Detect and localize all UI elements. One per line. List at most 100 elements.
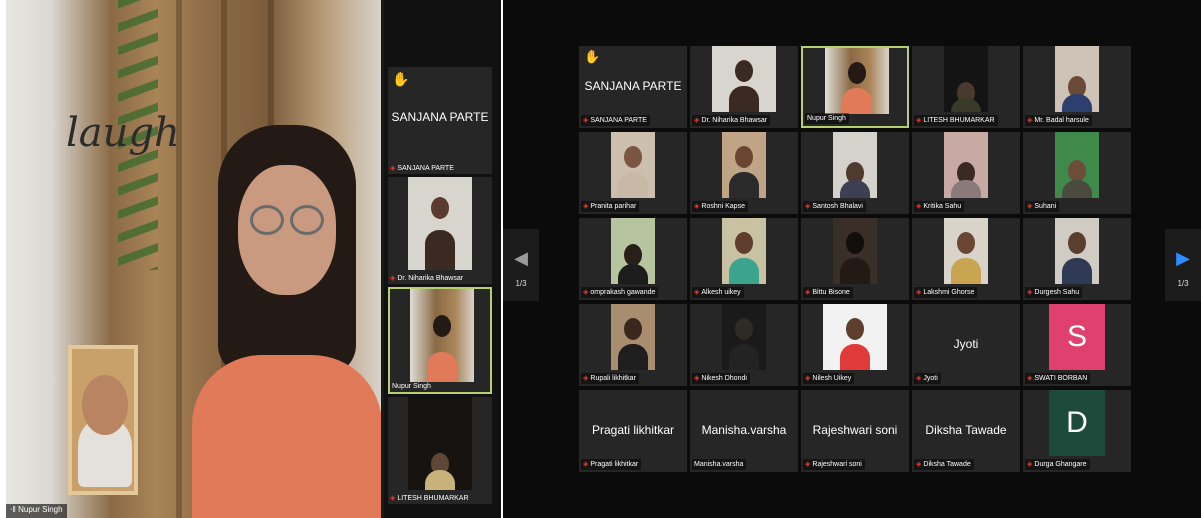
mic-muted-icon: ◈ bbox=[1027, 203, 1033, 210]
participant-video bbox=[944, 218, 988, 284]
participant-tile[interactable]: D ◈ Durga Ghangare bbox=[1023, 390, 1131, 472]
participant-name-label: ◈ Nikesh Dhondi bbox=[692, 373, 750, 384]
strip-tile[interactable]: ✋ SANJANA PARTE ◈ SANJANA PARTE bbox=[388, 67, 492, 174]
participant-tile[interactable]: ◈ Durgesh Sahu bbox=[1023, 218, 1131, 300]
participant-name-label: ◈ Jyoti bbox=[914, 373, 941, 384]
participant-tile[interactable]: Rajeshwari soni ◈ Rajeshwari soni bbox=[801, 390, 909, 472]
participant-tile[interactable]: ◈ Lakshmi Ghorse bbox=[912, 218, 1020, 300]
participant-tile[interactable]: ◈ Mr. Badal harsule bbox=[1023, 46, 1131, 128]
participant-head bbox=[433, 315, 451, 337]
mic-muted-icon: ◈ bbox=[805, 289, 811, 296]
photo-frame bbox=[68, 345, 138, 495]
participant-tile-active-speaker[interactable]: Nupur Singh bbox=[801, 46, 909, 128]
mic-muted-icon: ◈ bbox=[694, 203, 700, 210]
participant-name-label: ◈ Rajeshwari soni bbox=[803, 459, 865, 470]
mic-muted-icon: ◈ bbox=[390, 275, 396, 282]
strip-tile-display-name: SANJANA PARTE bbox=[391, 110, 489, 124]
participant-video bbox=[722, 304, 766, 370]
participant-video bbox=[410, 289, 474, 382]
participant-video bbox=[1055, 46, 1099, 112]
signal-bars-icon: ‧‖ bbox=[10, 505, 16, 514]
participant-name-label: ◈ SWATI BORBAN bbox=[1025, 373, 1091, 384]
mic-muted-icon: ◈ bbox=[1027, 461, 1033, 468]
participant-video bbox=[611, 218, 655, 284]
participant-name-label: ◈ Pranita parihar bbox=[581, 201, 640, 212]
participant-video bbox=[611, 304, 655, 370]
participant-tile[interactable]: ◈ Kritika Sahu bbox=[912, 132, 1020, 214]
participant-tile[interactable]: Manisha.varsha Manisha.varsha bbox=[690, 390, 798, 472]
mic-muted-icon: ◈ bbox=[583, 203, 589, 210]
speaker-name-label: ‧‖ Nupur Singh bbox=[6, 504, 67, 518]
participant-video bbox=[408, 397, 472, 490]
participant-tile[interactable]: S ◈ SWATI BORBAN bbox=[1023, 304, 1131, 386]
next-page-button[interactable]: ▶ 1/3 bbox=[1165, 229, 1201, 301]
mic-muted-icon: ◈ bbox=[694, 117, 700, 124]
speaker-view-panel: laugh ‧‖ Nupur Singh ✋ SANJANA PARTE ◈ S… bbox=[6, 0, 501, 518]
participant-tile[interactable]: ◈ Bittu Bisone bbox=[801, 218, 909, 300]
participant-body bbox=[425, 470, 455, 490]
avatar: D bbox=[1049, 390, 1105, 456]
participant-tile[interactable]: ◈ Suhani bbox=[1023, 132, 1131, 214]
participant-display-name: Manisha.varsha bbox=[701, 423, 787, 437]
participant-name-label: Manisha.varsha bbox=[692, 459, 747, 470]
participant-video bbox=[825, 48, 889, 114]
participant-head bbox=[431, 197, 449, 219]
participant-tile[interactable]: Jyoti ◈ Jyoti bbox=[912, 304, 1020, 386]
speaker-body bbox=[192, 355, 381, 518]
participant-tile[interactable]: ◈ Pranita parihar bbox=[579, 132, 687, 214]
participant-name-label: ◈ Nilesh Uikey bbox=[803, 373, 855, 384]
participant-display-name: Pragati likhitkar bbox=[591, 423, 675, 437]
gallery-view-panel: ◀ 1/3 ▶ 1/3 ✋ SANJANA PARTE ◈ SANJANA PAR… bbox=[503, 0, 1201, 518]
previous-page-button[interactable]: ◀ 1/3 bbox=[503, 229, 539, 301]
participant-tile[interactable]: ◈ Rupali likhitkar bbox=[579, 304, 687, 386]
mic-muted-icon: ◈ bbox=[390, 165, 396, 172]
chevron-right-icon: ▶ bbox=[1176, 248, 1190, 268]
participant-name-label: ◈ omprakash gawande bbox=[581, 287, 659, 298]
participant-name-label: ◈ Pragati likhitkar bbox=[581, 459, 642, 470]
participant-video bbox=[823, 304, 887, 370]
strip-tile-name: ◈ LITESH BHUMARKAR bbox=[390, 495, 469, 502]
participant-tile[interactable]: Pragati likhitkar ◈ Pragati likhitkar bbox=[579, 390, 687, 472]
mic-muted-icon: ◈ bbox=[1027, 117, 1033, 124]
participant-tile[interactable]: Diksha Tawade ◈ Diksha Tawade bbox=[912, 390, 1020, 472]
participant-display-name: Diksha Tawade bbox=[925, 423, 1007, 437]
participant-tile[interactable]: ✋ SANJANA PARTE ◈ SANJANA PARTE bbox=[579, 46, 687, 128]
participant-tile[interactable]: ◈ Alkesh uikey bbox=[690, 218, 798, 300]
raised-hand-icon: ✋ bbox=[392, 71, 410, 87]
participant-tile[interactable]: ◈ omprakash gawande bbox=[579, 218, 687, 300]
participant-name-label: ◈ LITESH BHUMARKAR bbox=[914, 115, 998, 126]
participant-display-name: SANJANA PARTE bbox=[584, 79, 682, 93]
strip-tile-active-speaker[interactable]: Nupur Singh bbox=[388, 287, 492, 394]
participant-name-label: ◈ Durgesh Sahu bbox=[1025, 287, 1083, 298]
participant-video bbox=[722, 218, 766, 284]
participant-name-label: ◈ Rupali likhitkar bbox=[581, 373, 639, 384]
participant-tile[interactable]: ◈ Roshni Kapse bbox=[690, 132, 798, 214]
page-indicator: 1/3 bbox=[1177, 279, 1189, 288]
participant-tile[interactable]: ◈ Dr. Niharika Bhawsar bbox=[690, 46, 798, 128]
mic-muted-icon: ◈ bbox=[390, 495, 396, 502]
participant-video bbox=[408, 177, 472, 270]
participant-body bbox=[427, 352, 457, 382]
participant-video bbox=[1055, 218, 1099, 284]
wall-decal-text: laugh bbox=[66, 110, 180, 156]
mic-muted-icon: ◈ bbox=[916, 117, 922, 124]
participant-display-name: Rajeshwari soni bbox=[812, 423, 898, 437]
mic-muted-icon: ◈ bbox=[1027, 289, 1033, 296]
page-indicator: 1/3 bbox=[515, 279, 527, 288]
participant-tile[interactable]: ◈ Nikesh Dhondi bbox=[690, 304, 798, 386]
strip-tile[interactable]: ◈ LITESH BHUMARKAR bbox=[388, 397, 492, 504]
participant-name-label: ◈ Dr. Niharika Bhawsar bbox=[692, 115, 771, 126]
participant-video bbox=[833, 132, 877, 198]
active-speaker-video[interactable]: laugh bbox=[6, 0, 381, 518]
mic-muted-icon: ◈ bbox=[694, 289, 700, 296]
participant-tile[interactable]: ◈ Nilesh Uikey bbox=[801, 304, 909, 386]
participant-tile[interactable]: ◈ LITESH BHUMARKAR bbox=[912, 46, 1020, 128]
participant-video bbox=[1055, 132, 1099, 198]
mic-muted-icon: ◈ bbox=[1027, 375, 1033, 382]
strip-tile-name: ◈ Dr. Niharika Bhawsar bbox=[390, 275, 464, 282]
strip-tile[interactable]: ◈ Dr. Niharika Bhawsar bbox=[388, 177, 492, 284]
participant-tile[interactable]: ◈ Santosh Bhalavi bbox=[801, 132, 909, 214]
participant-name-label: ◈ Mr. Badal harsule bbox=[1025, 115, 1092, 126]
participant-name-label: Nupur Singh bbox=[805, 113, 849, 124]
participant-name-label: ◈ Durga Ghangare bbox=[1025, 459, 1090, 470]
